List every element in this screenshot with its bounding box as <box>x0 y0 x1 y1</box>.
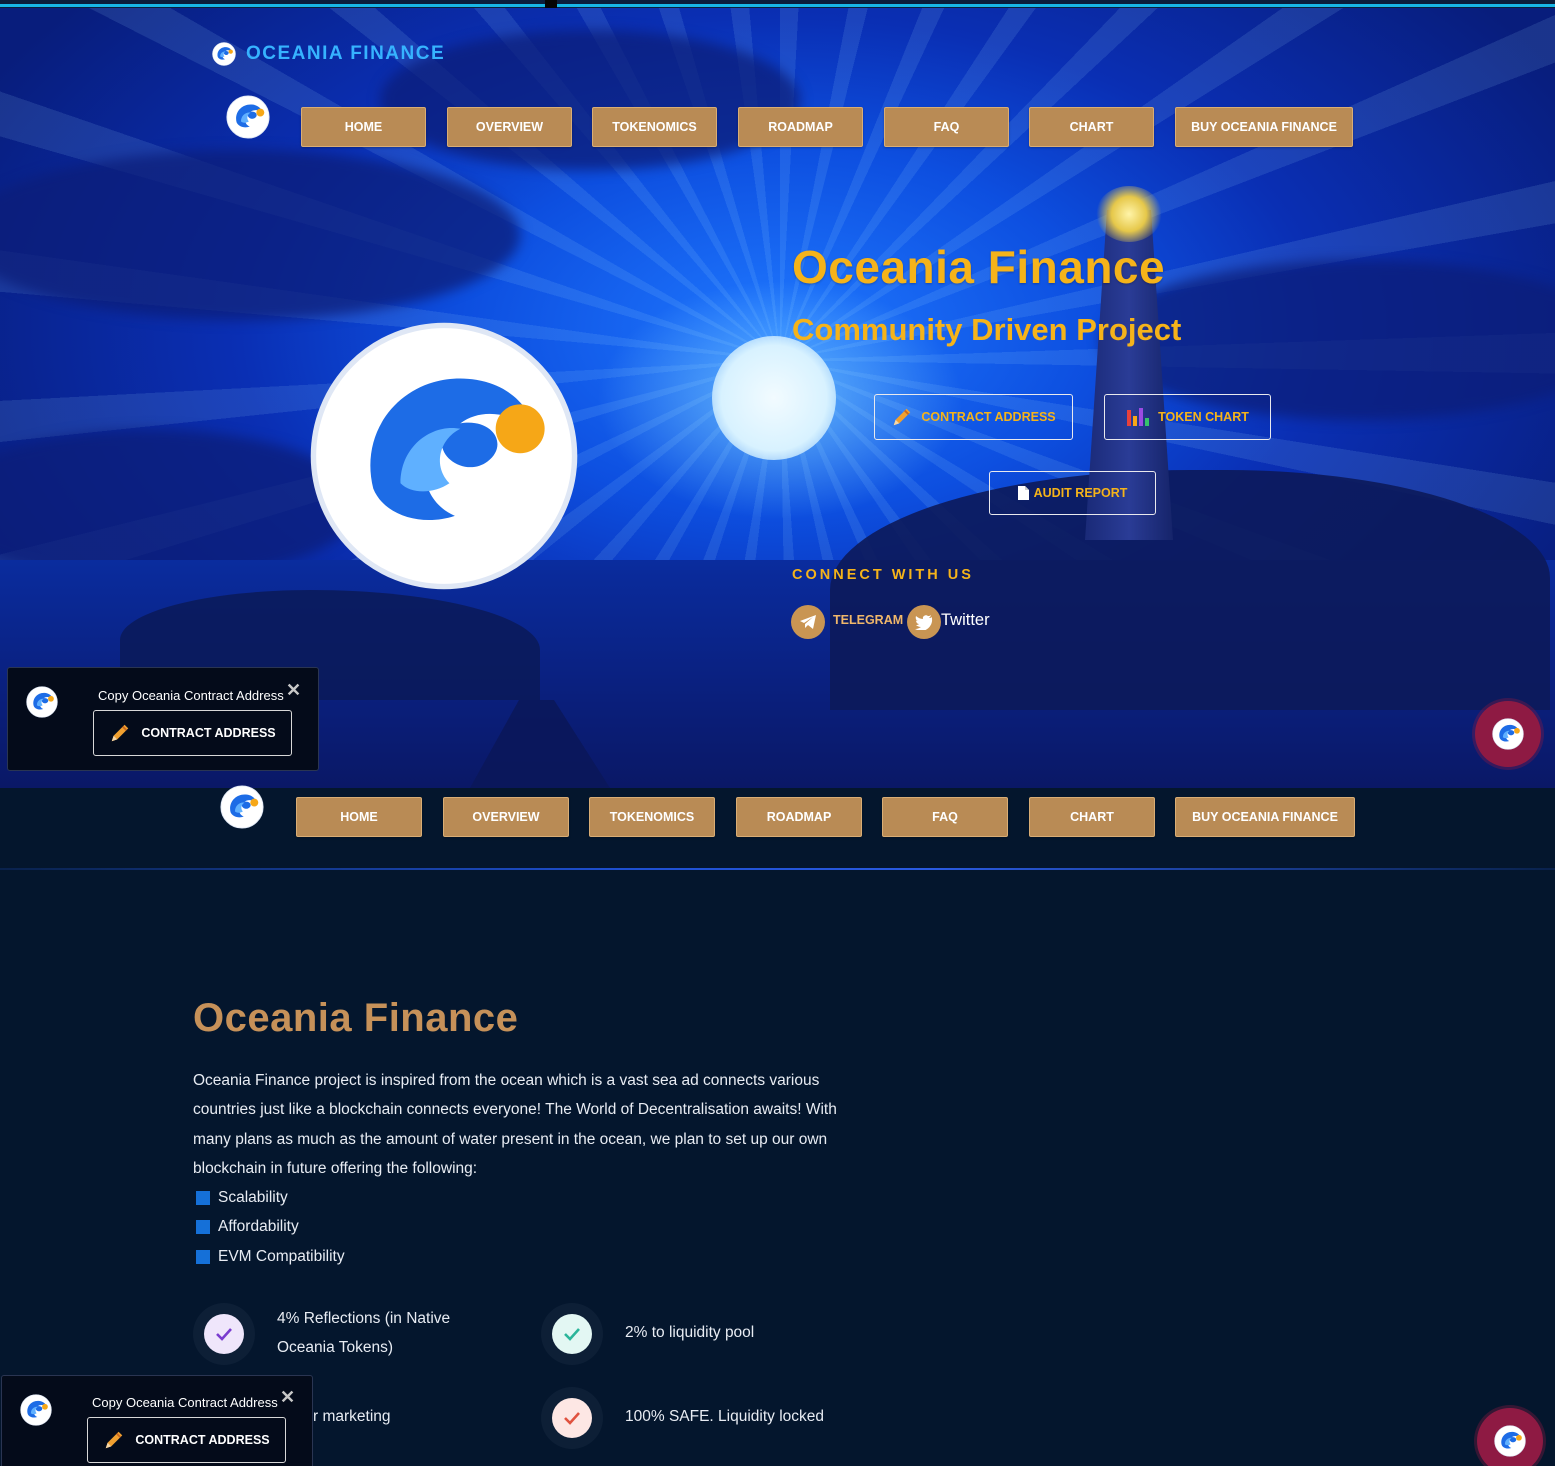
popup-contract-address-button[interactable]: CONTRACT ADDRESS <box>87 1417 286 1463</box>
brand-name: OCEANIA FINANCE <box>246 43 446 64</box>
bullet-square-icon <box>196 1249 210 1264</box>
popup-button-label: CONTRACT ADDRESS <box>141 726 276 740</box>
page: OCEANIA FINANCE HOME OVERVIEW TOKENOMICS… <box>0 0 1555 1466</box>
floating-logo-button[interactable] <box>1475 701 1541 767</box>
nav-buy-button[interactable]: BUY OCEANIA FINANCE <box>1175 107 1353 147</box>
popup-contract-address-button[interactable]: CONTRACT ADDRESS <box>93 710 292 756</box>
popup-title: Copy Oceania Contract Address <box>98 688 284 703</box>
popup-title: Copy Oceania Contract Address <box>92 1395 278 1410</box>
contract-address-label: CONTRACT ADDRESS <box>921 410 1056 424</box>
list-item: Scalability <box>196 1183 345 1213</box>
nav-overview-button[interactable]: OVERVIEW <box>447 107 572 147</box>
floating-logo-button[interactable] <box>1477 1408 1543 1466</box>
nav-home-button[interactable]: HOME <box>301 107 426 147</box>
document-icon <box>1017 486 1029 500</box>
sticky-nav-logo-icon[interactable] <box>220 785 264 829</box>
connect-title: CONNECT WITH US <box>792 567 974 583</box>
check-icon <box>541 1303 603 1365</box>
bullet-square-icon <box>196 1220 210 1235</box>
audit-report-label: AUDIT REPORT <box>1033 486 1128 500</box>
about-title: Oceania Finance <box>193 996 519 1040</box>
pencil-icon <box>891 406 913 428</box>
hero-logo-icon <box>308 320 580 592</box>
popup-logo-icon <box>26 686 58 718</box>
popup-logo-icon <box>20 1394 52 1426</box>
lighthouse-lamp-decoration <box>1096 186 1162 242</box>
check-icon <box>193 1303 255 1365</box>
fab-logo-icon <box>1492 718 1524 750</box>
token-chart-button[interactable]: TOKEN CHART <box>1104 394 1271 440</box>
moon-decoration <box>712 336 836 460</box>
twitter-link[interactable]: Twitter <box>941 611 990 630</box>
pencil-icon <box>103 1429 125 1451</box>
hero-title: Oceania Finance <box>792 241 1166 293</box>
about-feature-list: Scalability Affordability EVM Compatibil… <box>196 1183 345 1272</box>
popup-close-icon[interactable]: ✕ <box>280 1387 295 1408</box>
telegram-glyph <box>800 615 816 629</box>
contract-popup: Copy Oceania Contract Address ✕ CONTRACT… <box>7 667 319 771</box>
checkmark-glyph <box>564 1328 580 1341</box>
island-decoration <box>830 470 1550 710</box>
sticky-nav-tokenomics-button[interactable]: TOKENOMICS <box>589 797 715 837</box>
bar-chart-icon <box>1127 408 1150 426</box>
brand-logo-icon <box>212 42 236 66</box>
top-strip <box>0 0 1555 8</box>
bullet-square-icon <box>196 1190 210 1205</box>
brand-link[interactable]: OCEANIA FINANCE <box>212 42 445 66</box>
nav-divider <box>0 868 1555 870</box>
telegram-link[interactable]: TELEGRAM <box>833 613 903 627</box>
sticky-nav-faq-button[interactable]: FAQ <box>882 797 1008 837</box>
twitter-glyph <box>915 614 933 630</box>
feature-text: 100% SAFE. Liquidity locked <box>625 1408 825 1425</box>
sticky-nav-buy-button[interactable]: BUY OCEANIA FINANCE <box>1175 797 1355 837</box>
token-chart-label: TOKEN CHART <box>1158 410 1249 424</box>
about-paragraph: Oceania Finance project is inspired from… <box>193 1072 837 1177</box>
telegram-icon[interactable] <box>791 605 825 639</box>
feature-text: 2% to liquidity pool <box>625 1324 755 1341</box>
sticky-nav-chart-button[interactable]: CHART <box>1029 797 1155 837</box>
contract-popup: Copy Oceania Contract Address ✕ CONTRACT… <box>1 1375 313 1466</box>
nav-roadmap-button[interactable]: ROADMAP <box>738 107 863 147</box>
hero-section: OCEANIA FINANCE HOME OVERVIEW TOKENOMICS… <box>0 0 1555 788</box>
popup-button-label: CONTRACT ADDRESS <box>135 1433 270 1447</box>
list-item-label: Affordability <box>218 1218 299 1236</box>
fab-logo-icon <box>1494 1425 1526 1457</box>
hero-subtitle: Community Driven Project <box>792 312 1182 347</box>
list-item-label: Scalability <box>218 1188 288 1206</box>
check-icon <box>541 1387 603 1449</box>
top-strip-line <box>0 4 1555 7</box>
sticky-nav-home-button[interactable]: HOME <box>296 797 422 837</box>
pencil-icon <box>109 722 131 744</box>
feature-text: 4% Reflections (in Native Oceania Tokens… <box>277 1310 451 1357</box>
nav-tokenomics-button[interactable]: TOKENOMICS <box>592 107 717 147</box>
contract-address-button[interactable]: CONTRACT ADDRESS <box>874 394 1073 440</box>
list-item-label: EVM Compatibility <box>218 1247 345 1265</box>
feature-text: r marketing <box>313 1408 391 1425</box>
list-item: Affordability <box>196 1213 345 1243</box>
nav-faq-button[interactable]: FAQ <box>884 107 1009 147</box>
list-item: EVM Compatibility <box>196 1242 345 1272</box>
sticky-nav-overview-button[interactable]: OVERVIEW <box>443 797 569 837</box>
top-strip-tick <box>545 0 557 8</box>
nav-logo-icon[interactable] <box>226 95 270 139</box>
sticky-nav-roadmap-button[interactable]: ROADMAP <box>736 797 862 837</box>
nav-chart-button[interactable]: CHART <box>1029 107 1154 147</box>
checkmark-glyph <box>216 1328 232 1341</box>
popup-close-icon[interactable]: ✕ <box>286 680 301 701</box>
checkmark-glyph <box>564 1412 580 1425</box>
twitter-icon[interactable] <box>907 605 941 639</box>
audit-report-button[interactable]: AUDIT REPORT <box>989 471 1156 515</box>
